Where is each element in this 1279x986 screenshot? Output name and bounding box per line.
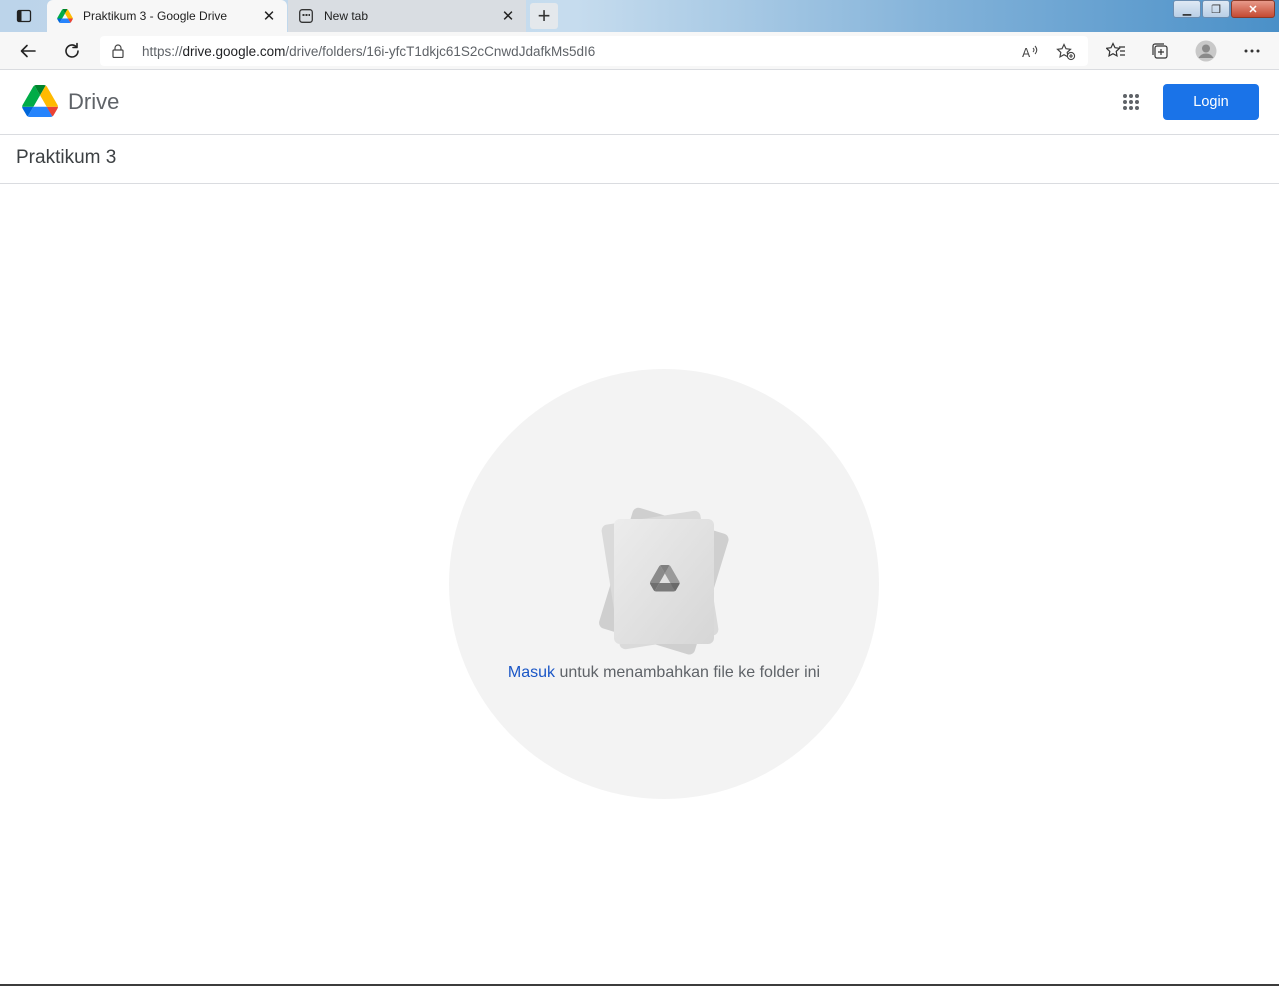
folder-title-bar: Praktikum 3 xyxy=(0,135,1279,184)
google-apps-grid-icon[interactable] xyxy=(1118,89,1144,115)
restore-button[interactable]: ❐ xyxy=(1202,0,1230,18)
tab-actions-icon[interactable] xyxy=(8,4,40,28)
url-text: https://drive.google.com/drive/folders/1… xyxy=(142,44,595,59)
new-tab-page-icon xyxy=(298,8,314,24)
empty-state-message: Masuk untuk menambahkan file ke folder i… xyxy=(449,664,879,682)
address-bar[interactable]: https://drive.google.com/drive/folders/1… xyxy=(100,36,1088,66)
google-drive-logo-icon[interactable] xyxy=(22,85,58,117)
new-tab-button[interactable]: + xyxy=(530,3,558,29)
url-path: /drive/folders/16i-yfcT1dkjc61S2cCnwdJda… xyxy=(285,43,596,59)
empty-state-text: untuk menambahkan file ke folder ini xyxy=(555,664,821,681)
tab-google-drive[interactable]: Praktikum 3 - Google Drive ✕ xyxy=(47,0,287,32)
lock-icon[interactable] xyxy=(112,44,142,58)
drive-header: Drive Login xyxy=(0,71,1279,135)
add-favorite-icon[interactable] xyxy=(1052,38,1080,66)
tab-new-tab[interactable]: New tab ✕ xyxy=(288,0,526,32)
folder-title: Praktikum 3 xyxy=(16,147,117,168)
more-menu-icon[interactable] xyxy=(1238,37,1266,65)
refresh-icon[interactable] xyxy=(58,37,86,65)
signin-link[interactable]: Masuk xyxy=(508,664,555,681)
login-button[interactable]: Login xyxy=(1163,84,1259,120)
tab-title: Praktikum 3 - Google Drive xyxy=(83,9,228,23)
google-drive-icon xyxy=(57,8,73,24)
browser-tab-strip: Praktikum 3 - Google Drive ✕ New tab ✕ +… xyxy=(0,0,1279,32)
window-controls: ▁ ❐ ✕ xyxy=(1173,0,1275,18)
back-arrow-icon[interactable] xyxy=(14,37,42,65)
empty-folder-illustration-icon xyxy=(590,505,730,655)
close-tab-icon[interactable]: ✕ xyxy=(496,4,520,28)
svg-text:A: A xyxy=(1022,46,1031,60)
collections-icon[interactable] xyxy=(1146,37,1174,65)
profile-avatar-icon[interactable] xyxy=(1192,37,1220,65)
tab-title: New tab xyxy=(324,9,369,23)
minimize-button[interactable]: ▁ xyxy=(1173,0,1201,18)
omnibox-actions: A xyxy=(1016,38,1080,66)
browser-toolbar: https://drive.google.com/drive/folders/1… xyxy=(0,32,1279,70)
favorites-icon[interactable] xyxy=(1102,37,1130,65)
url-host: drive.google.com xyxy=(182,43,286,59)
window-close-button[interactable]: ✕ xyxy=(1231,0,1275,18)
app-name[interactable]: Drive xyxy=(68,89,119,115)
close-tab-icon[interactable]: ✕ xyxy=(257,4,281,28)
read-aloud-icon[interactable]: A xyxy=(1016,38,1044,66)
url-scheme: https:// xyxy=(142,43,183,59)
